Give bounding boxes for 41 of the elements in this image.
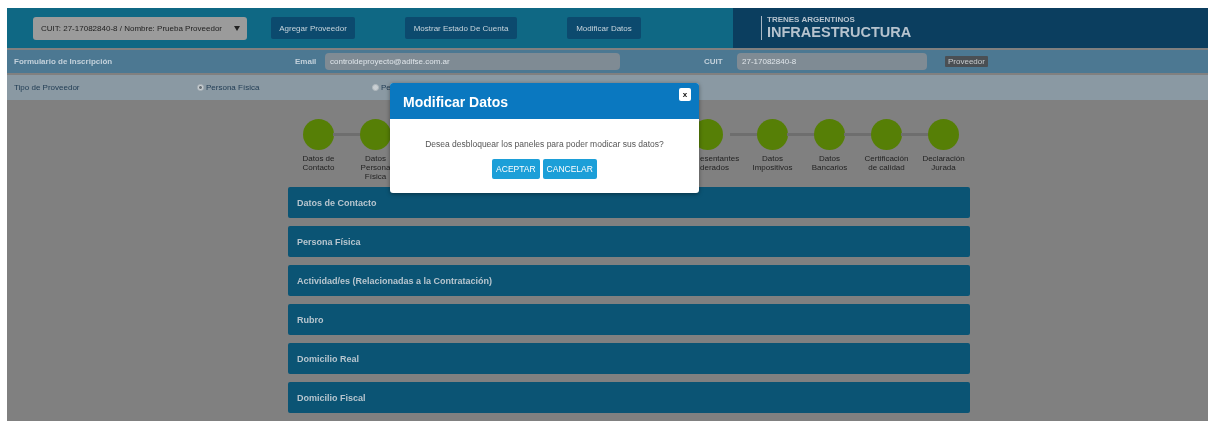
dialog-button[interactable]: ACEPTAR [492,159,540,179]
close-button[interactable]: x [679,88,691,101]
email-field[interactable]: controldeproyecto@adifse.com.ar [325,53,620,70]
step-label: Certificación de calidad [864,155,909,173]
step-circle [814,119,845,150]
cuit-label: CUIT [704,57,724,66]
step-label: Datos Bancarios [811,155,848,173]
header-button[interactable]: Mostrar Estado De Cuenta [405,17,517,39]
header-button[interactable]: Modificar Datos [567,17,641,39]
section-panel[interactable]: Persona Física [288,226,970,257]
radio-option[interactable]: Pe [372,83,391,92]
caret-icon [234,25,240,31]
form-title: Formulario de Inscripción [14,57,114,66]
section-panel[interactable]: Datos de Contacto [288,187,970,218]
step-circle [757,119,788,150]
step-circle [871,119,902,150]
modal-message: Desea desbloquear los paneles para poder modicar sus datos? [425,139,664,149]
section-panel[interactable]: Domicilio Real [288,343,970,374]
modal-title: Modificar Datos [403,94,508,110]
section-panel[interactable]: Actividad/es (Relacionadas a la Contratación) [288,265,970,296]
radio-option[interactable]: Persona Física [197,83,372,92]
step-circle [928,119,959,150]
brand-title: INFRAESTRUCTURA [767,25,912,40]
provider-type-label: Tipo de Proveedor [14,83,81,92]
provider-badge: Proveedor [945,56,988,67]
supplier-select[interactable]: CUIT: 27-17082840-8 / Nombre: Prueba Proveedor [33,16,247,40]
email-label: Email [295,57,318,66]
step-circle [303,119,334,150]
header-button[interactable]: Agregar Proveedor [271,17,355,39]
step-label: Declaración Jurada [922,155,965,173]
step-label: esentantes derados [700,155,740,173]
step-label: Datos Impositivos [752,155,793,173]
step-circle [360,119,391,150]
step-label: Datos de Contacto [302,155,335,173]
step-label: Datos Persona Física [360,155,391,182]
section-panel[interactable]: Domicilio Fiscal [288,382,970,413]
section-panel[interactable]: Rubro [288,304,970,335]
cuit-field[interactable]: 27-17082840-8 [737,53,927,70]
brand-subtitle: TRENES ARGENTINOS [767,16,856,25]
dialog-button[interactable]: CANCELAR [542,159,597,179]
step-circle [699,119,723,150]
